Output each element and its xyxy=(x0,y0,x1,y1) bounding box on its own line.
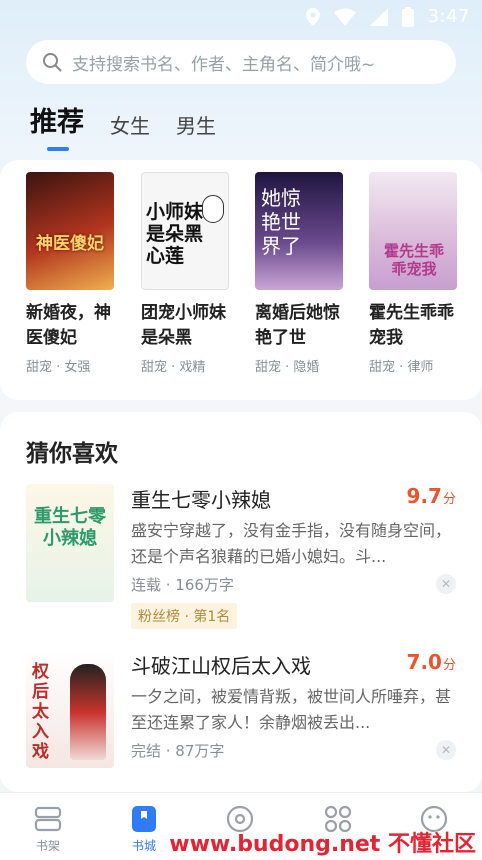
search-icon xyxy=(43,53,62,72)
tab-male[interactable]: 男生 xyxy=(176,110,216,149)
book-score: 7.0分 xyxy=(407,650,456,674)
close-icon[interactable]: ✕ xyxy=(436,574,456,594)
watermark: www.budong.net 不懂社区 xyxy=(169,832,476,857)
book-tags: 甜宠 · 女强 xyxy=(26,360,91,375)
tab-female[interactable]: 女生 xyxy=(110,110,150,149)
book-cover: 权后太入戏 xyxy=(26,650,114,768)
score-unit: 分 xyxy=(442,492,456,507)
nav-bookshelf[interactable]: 书架 xyxy=(18,803,78,854)
book-title: 离婚后她惊艳了世 xyxy=(255,303,340,348)
tab-recommend-label: 推荐 xyxy=(30,107,84,138)
cover-title-art: 神医傻妃 xyxy=(36,234,104,254)
cover-title-art: 权后太入戏 xyxy=(32,662,49,762)
book-cover: 神医傻妃 xyxy=(26,172,114,290)
book-cover: 霍先生乖乖宠我 xyxy=(369,172,457,290)
book-cover: 小师妹是朵黑心莲 xyxy=(141,172,229,290)
book-description: 盛安宁穿越了，没有金手指，没有随身空间，还是个声名狼藉的已婚小媳妇。斗... xyxy=(131,521,452,566)
tab-male-label: 男生 xyxy=(176,114,216,138)
book-item[interactable]: 霍先生乖乖宠我 霍先生乖乖宠我 甜宠 · 律师 xyxy=(369,172,461,375)
book-cover: 重生七零小辣媳 xyxy=(26,484,114,602)
book-item[interactable]: 神医傻妃 新婚夜，神医傻妃 甜宠 · 女强 xyxy=(26,172,118,375)
close-icon[interactable]: ✕ xyxy=(436,740,456,760)
book-meta: 完结 · 87万字 xyxy=(131,742,225,760)
status-icons: 3:47 xyxy=(305,6,470,27)
status-time: 3:47 xyxy=(427,6,470,27)
book-tags: 甜宠 · 律师 xyxy=(369,360,434,375)
tab-female-label: 女生 xyxy=(110,114,150,138)
cover-title-art: 霍先生乖乖宠我 xyxy=(383,242,444,278)
cover-title-art: 她惊艳世界了 xyxy=(261,186,301,258)
list-item[interactable]: 重生七零小辣媳 重生七零小辣媳 9.7分 盛安宁穿越了，没有金手指，没有随身空间… xyxy=(26,484,456,634)
book-title: 新婚夜，神医傻妃 xyxy=(26,303,111,348)
status-bar: 3:47 xyxy=(0,0,482,34)
wifi-icon xyxy=(333,8,356,26)
book-tags: 甜宠 · 戏精 xyxy=(141,360,206,375)
book-description: 一夕之间，被爱情背叛，被世间人所唾弃，甚至还连累了家人！余静烟被丢出... xyxy=(131,687,452,732)
book-cover: 她惊艳世界了 xyxy=(255,172,343,290)
nav-label: 书架 xyxy=(35,839,60,853)
search-placeholder: 支持搜索书名、作者、主角名、简介哦~ xyxy=(72,54,376,75)
cover-title-art: 小师妹是朵黑心莲 xyxy=(146,201,204,267)
book-name: 斗破江山权后太入戏 xyxy=(131,654,311,678)
cover-figure xyxy=(202,195,224,223)
tab-recommend[interactable]: 推荐 xyxy=(30,100,84,151)
nav-bookstore[interactable]: 书城 xyxy=(114,803,174,854)
search-input[interactable]: 支持搜索书名、作者、主角名、简介哦~ xyxy=(26,40,456,84)
cover-title-art: 重生七零小辣媳 xyxy=(34,506,106,549)
book-title: 霍先生乖乖宠我 xyxy=(369,303,454,348)
list-item[interactable]: 权后太入戏 斗破江山权后太入戏 7.0分 一夕之间，被爱情背叛，被世间人所唾弃，… xyxy=(26,650,456,775)
tab-active-indicator xyxy=(47,147,69,151)
book-title: 团宠小师妹是朵黑 xyxy=(141,303,226,348)
recommend-card: 神医傻妃 新婚夜，神医傻妃 甜宠 · 女强 小师妹是朵黑心莲 团宠小师妹是朵黑 … xyxy=(0,160,482,400)
score-value: 9.7 xyxy=(406,484,442,508)
cover-figure xyxy=(70,664,106,760)
bookstore-icon xyxy=(132,806,156,832)
category-tabs: 推荐 女生 男生 xyxy=(30,100,216,151)
signal-icon xyxy=(369,7,388,26)
bookshelf-icon xyxy=(34,806,62,832)
book-item[interactable]: 她惊艳世界了 离婚后她惊艳了世 甜宠 · 隐婚 xyxy=(255,172,347,375)
section-heading: 猜你喜欢 xyxy=(26,441,118,467)
battery-icon xyxy=(401,6,414,27)
score-value: 7.0 xyxy=(406,650,442,674)
location-icon xyxy=(305,7,320,26)
guess-you-like-section: 猜你喜欢 重生七零小辣媳 重生七零小辣媳 9.7分 盛安宁穿越了，没有金手指，没… xyxy=(0,412,482,792)
book-tags: 甜宠 · 隐婚 xyxy=(255,360,320,375)
book-item[interactable]: 小师妹是朵黑心莲 团宠小师妹是朵黑 甜宠 · 戏精 xyxy=(141,172,233,375)
book-score: 9.7分 xyxy=(407,484,456,508)
rank-badge: 粉丝榜 · 第1名 xyxy=(131,603,238,629)
book-meta: 连载 · 166万字 xyxy=(131,576,234,594)
score-unit: 分 xyxy=(442,658,456,673)
book-name: 重生七零小辣媳 xyxy=(131,488,271,512)
nav-label: 书城 xyxy=(131,839,156,853)
